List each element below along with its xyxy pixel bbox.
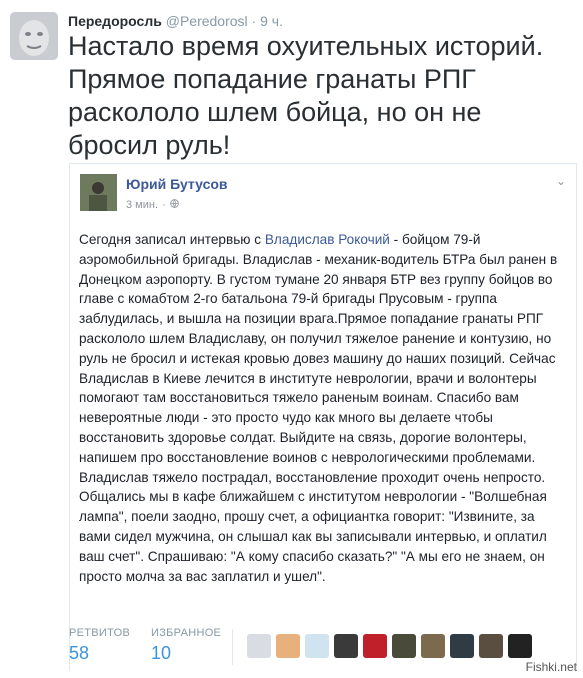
avatar-9-icon[interactable] [479, 634, 503, 658]
avatar-5-icon[interactable] [363, 634, 387, 658]
avatar-7-icon[interactable] [421, 634, 445, 658]
tweet-stats: РЕТВИТОВ 58 ИЗБРАННОЕ 10 [69, 627, 569, 667]
avatar-1-icon[interactable] [247, 634, 271, 658]
avatar-3-icon[interactable] [305, 634, 329, 658]
author-name[interactable]: Передоросль [68, 13, 162, 29]
retweets-stat[interactable]: РЕТВИТОВ 58 [69, 627, 130, 664]
globe-icon [169, 199, 179, 211]
tweet-time[interactable]: 9 ч. [260, 13, 283, 29]
fb-post-time: 3 мин. [126, 199, 159, 211]
fb-post-body: Сегодня записал интервью с Владислав Рок… [79, 230, 569, 586]
header-separator: · [251, 13, 257, 29]
fb-meta-dot: · [162, 199, 166, 211]
favorites-label: ИЗБРАННОЕ [151, 627, 222, 639]
retweets-label: РЕТВИТОВ [69, 627, 131, 639]
favorites-count[interactable]: 10 [151, 643, 221, 664]
retweets-count[interactable]: 58 [69, 643, 130, 664]
avatar-6-icon[interactable] [392, 634, 416, 658]
stats-divider [232, 629, 233, 665]
avatar-4-icon[interactable] [334, 634, 358, 658]
fb-body-text-2: - бойцом 79-й аэромобильной бригады. Вла… [79, 232, 558, 584]
fb-body-text-1: Сегодня записал интервью с [79, 232, 265, 247]
avatar-8-icon[interactable] [450, 634, 474, 658]
avatar-2-icon[interactable] [276, 634, 300, 658]
fb-author-avatar [80, 174, 117, 211]
fb-author-name: Юрий Бутусов [126, 176, 228, 192]
fb-post-meta: 3 мин. · [126, 199, 179, 211]
embedded-screenshot[interactable]: Юрий Бутусов 3 мин. · ⌄ Сегодня записал и… [69, 163, 577, 671]
avatar-10-icon[interactable] [508, 634, 532, 658]
author-handle[interactable]: @Peredorosl [166, 13, 248, 29]
author-avatar[interactable] [10, 12, 58, 60]
tweet-header: Передоросль @Peredorosl · 9 ч. [68, 12, 283, 30]
tweet-text: Настало время охуительных историй. Прямо… [68, 31, 544, 160]
fb-mention-link: Владислав Рокочий [264, 232, 390, 247]
watermark: Fishki.net [525, 660, 577, 674]
chevron-down-icon: ⌄ [555, 174, 566, 188]
favorites-stat[interactable]: ИЗБРАННОЕ 10 [151, 627, 221, 664]
